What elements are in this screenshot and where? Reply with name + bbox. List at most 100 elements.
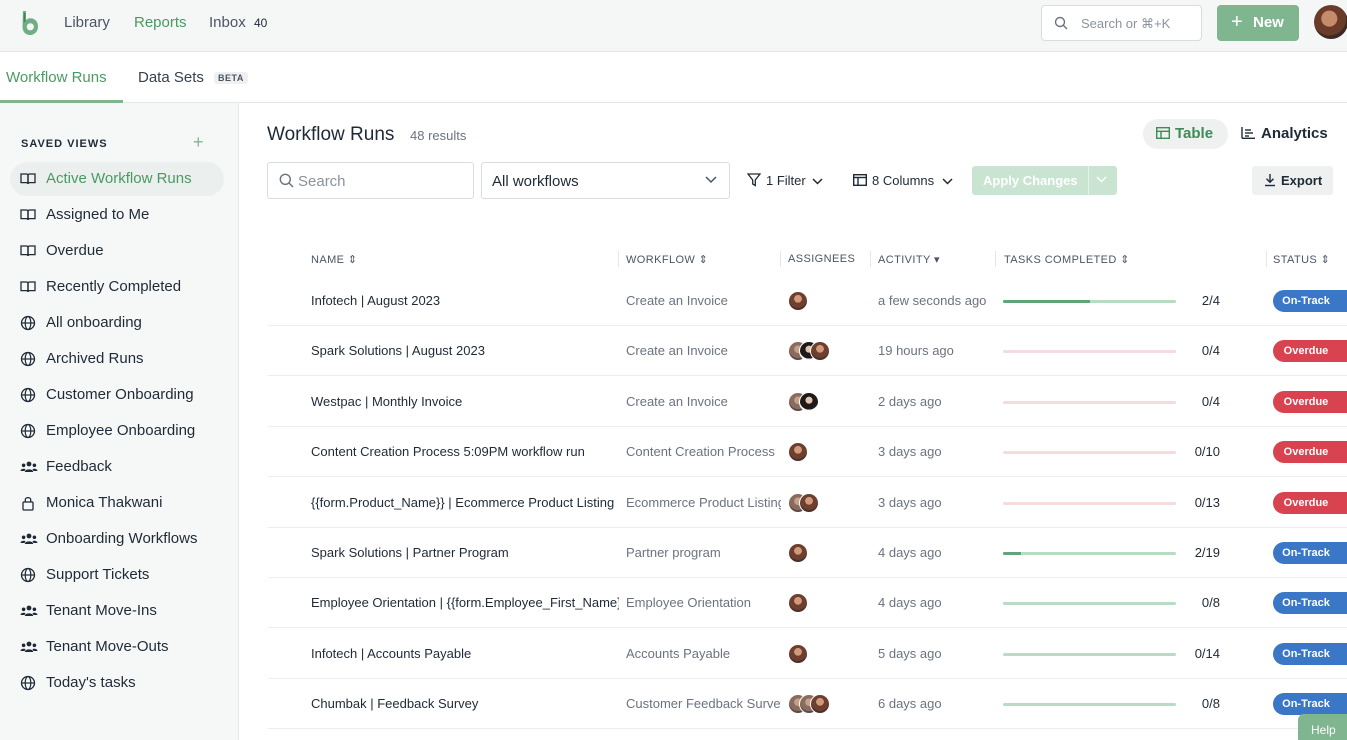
chevron-down-icon <box>812 178 823 185</box>
workflow-name: Create an Invoice <box>626 393 728 409</box>
saved-views-heading: SAVED VIEWS <box>21 138 108 150</box>
new-button-label: New <box>1253 14 1284 31</box>
sidebar-item-label: Archived Runs <box>46 350 144 367</box>
sidebar-item-tenant-move-outs[interactable]: Tenant Move-Outs <box>10 630 224 664</box>
progress-fill <box>1003 552 1022 555</box>
sidebar-item-recently-completed[interactable]: Recently Completed <box>10 270 224 304</box>
globe-icon <box>20 387 36 403</box>
tab-workflow-runs[interactable]: Workflow Runs <box>6 69 107 86</box>
apply-changes-button[interactable]: Apply Changes <box>972 166 1117 195</box>
export-button[interactable]: Export <box>1252 166 1333 195</box>
column-header-activity[interactable]: ACTIVITY ▾ <box>878 253 940 266</box>
sidebar-item-assigned-to-me[interactable]: Assigned to Me <box>10 198 224 232</box>
status-badge[interactable]: Overdue <box>1273 340 1347 363</box>
table-row[interactable]: Spark Solutions | August 2023 Create an I… <box>268 326 1347 377</box>
run-name-link[interactable]: Westpac | Monthly Invoice <box>311 394 619 409</box>
workflow-name: Create an Invoice <box>626 343 728 359</box>
status-badge[interactable]: On-Track <box>1273 592 1347 615</box>
column-header-tasks-completed[interactable]: TASKS COMPLETED ⇕ <box>1004 253 1130 266</box>
table-row[interactable]: Westpac | Monthly Invoice Create an Invoi… <box>268 377 1347 427</box>
run-name-link[interactable]: Employee Orientation | {{form.Employee_F… <box>311 595 619 610</box>
help-label: Help <box>1311 723 1336 737</box>
run-name-link[interactable]: Content Creation Process 5:09PM workflow… <box>311 444 619 459</box>
sidebar-item-onboarding-workflows[interactable]: Onboarding Workflows <box>10 522 224 556</box>
analytics-view-button[interactable]: Analytics <box>1241 119 1333 149</box>
apply-changes-label: Apply Changes <box>983 173 1078 188</box>
sidebar-item-tenant-move-ins[interactable]: Tenant Move-Ins <box>10 594 224 628</box>
workflow-select[interactable]: All workflows <box>481 162 730 199</box>
nav-reports[interactable]: Reports <box>134 14 187 31</box>
chevron-down-icon[interactable] <box>1096 176 1107 183</box>
column-header-status[interactable]: STATUS ⇕ <box>1273 253 1330 266</box>
globe-icon <box>20 567 36 583</box>
sidebar-item-employee-onboarding[interactable]: Employee Onboarding <box>10 414 224 448</box>
table-row[interactable]: Spark Solutions | Partner Program Partner… <box>268 528 1347 578</box>
run-name-link[interactable]: Infotech | August 2023 <box>311 293 619 308</box>
globe-icon <box>20 675 36 691</box>
run-name-link[interactable]: {{form.Product_Name}} | Ecommerce Produc… <box>311 495 619 510</box>
table-row[interactable]: Infotech | August 2023 Create an Invoice a… <box>268 276 1347 326</box>
sidebar-item-feedback[interactable]: Feedback <box>10 450 224 484</box>
run-name-link[interactable]: Infotech | Accounts Payable <box>311 646 619 661</box>
tasks-completed-count: 0/8 <box>1201 595 1220 611</box>
tab-data-sets[interactable]: Data Sets <box>138 69 204 86</box>
new-button[interactable]: + New <box>1217 5 1299 41</box>
user-avatar[interactable] <box>1314 5 1347 39</box>
avatar <box>788 442 808 463</box>
sidebar-item-label: Assigned to Me <box>46 206 150 223</box>
status-badge[interactable]: On-Track <box>1273 693 1347 716</box>
run-name-link[interactable]: Spark Solutions | August 2023 <box>311 343 619 358</box>
workflow-name: Content Creation Process <box>626 444 775 460</box>
column-header-name[interactable]: NAME ⇕ <box>311 253 357 266</box>
tasks-completed-count: 0/8 <box>1201 696 1220 712</box>
workflow-name: Create an Invoice <box>626 293 728 308</box>
sidebar-item-all-onboarding[interactable]: All onboarding <box>10 306 224 340</box>
avatar <box>788 543 808 563</box>
run-name-link[interactable]: Chumbak | Feedback Survey <box>311 696 619 711</box>
users-icon <box>20 639 38 655</box>
sidebar-item-monica-thakwani[interactable]: Monica Thakwani <box>10 486 224 520</box>
table-view-label: Table <box>1175 125 1214 142</box>
app-logo-icon[interactable] <box>17 9 41 37</box>
column-header-workflow[interactable]: WORKFLOW ⇕ <box>626 253 708 266</box>
nav-inbox[interactable]: Inbox <box>209 14 246 31</box>
filter-icon <box>747 173 761 187</box>
status-badge[interactable]: Overdue <box>1273 390 1347 413</box>
top-navbar: Library Reports Inbox 40 Search or ⌘+K +… <box>0 0 1347 52</box>
search-icon <box>1054 16 1068 30</box>
table-row[interactable]: Content Creation Process 5:09PM workflow… <box>268 427 1347 478</box>
table-row[interactable]: Infotech | Accounts Payable Accounts Paya… <box>268 629 1347 679</box>
table-view-button[interactable]: Table <box>1143 119 1228 149</box>
runs-search-input[interactable]: Search <box>267 162 474 199</box>
sidebar-item-today-s-tasks[interactable]: Today's tasks <box>10 666 224 700</box>
column-header-assignees[interactable]: ASSIGNEES <box>788 253 855 265</box>
status-badge[interactable]: On-Track <box>1273 542 1347 564</box>
book-icon <box>20 171 36 187</box>
sidebar-item-support-tickets[interactable]: Support Tickets <box>10 558 224 592</box>
run-name-link[interactable]: Spark Solutions | Partner Program <box>311 545 619 560</box>
status-badge[interactable]: Overdue <box>1273 491 1347 514</box>
status-badge[interactable]: Overdue <box>1273 441 1347 464</box>
table-row[interactable]: Chumbak | Feedback Survey Customer Feedba… <box>268 679 1347 730</box>
avatar <box>810 341 830 362</box>
help-button[interactable]: Help <box>1298 714 1347 740</box>
sidebar-item-customer-onboarding[interactable]: Customer Onboarding <box>10 378 224 412</box>
status-badge[interactable]: On-Track <box>1273 642 1347 665</box>
add-saved-view-icon[interactable]: + <box>193 133 204 151</box>
sidebar-item-label: Tenant Move-Outs <box>46 638 169 655</box>
sidebar-item-archived-runs[interactable]: Archived Runs <box>10 342 224 376</box>
activity-time: 3 days ago <box>878 494 942 510</box>
table-row[interactable]: {{form.Product_Name}} | Ecommerce Produc… <box>268 478 1347 528</box>
nav-library[interactable]: Library <box>64 14 110 31</box>
global-search-placeholder: Search or ⌘+K <box>1081 16 1171 31</box>
table-row[interactable]: Employee Orientation | {{form.Employee_F… <box>268 578 1347 629</box>
activity-time: 5 days ago <box>878 645 942 661</box>
inbox-count-badge: 40 <box>254 16 268 30</box>
global-search-input[interactable]: Search or ⌘+K <box>1041 5 1202 41</box>
sidebar-item-overdue[interactable]: Overdue <box>10 234 224 268</box>
activity-time: 4 days ago <box>878 595 942 611</box>
tasks-progress-bar <box>1003 400 1176 404</box>
status-badge[interactable]: On-Track <box>1273 290 1347 312</box>
tasks-completed-count: 0/4 <box>1201 393 1220 409</box>
sidebar-item-active-workflow-runs[interactable]: Active Workflow Runs <box>10 162 224 196</box>
